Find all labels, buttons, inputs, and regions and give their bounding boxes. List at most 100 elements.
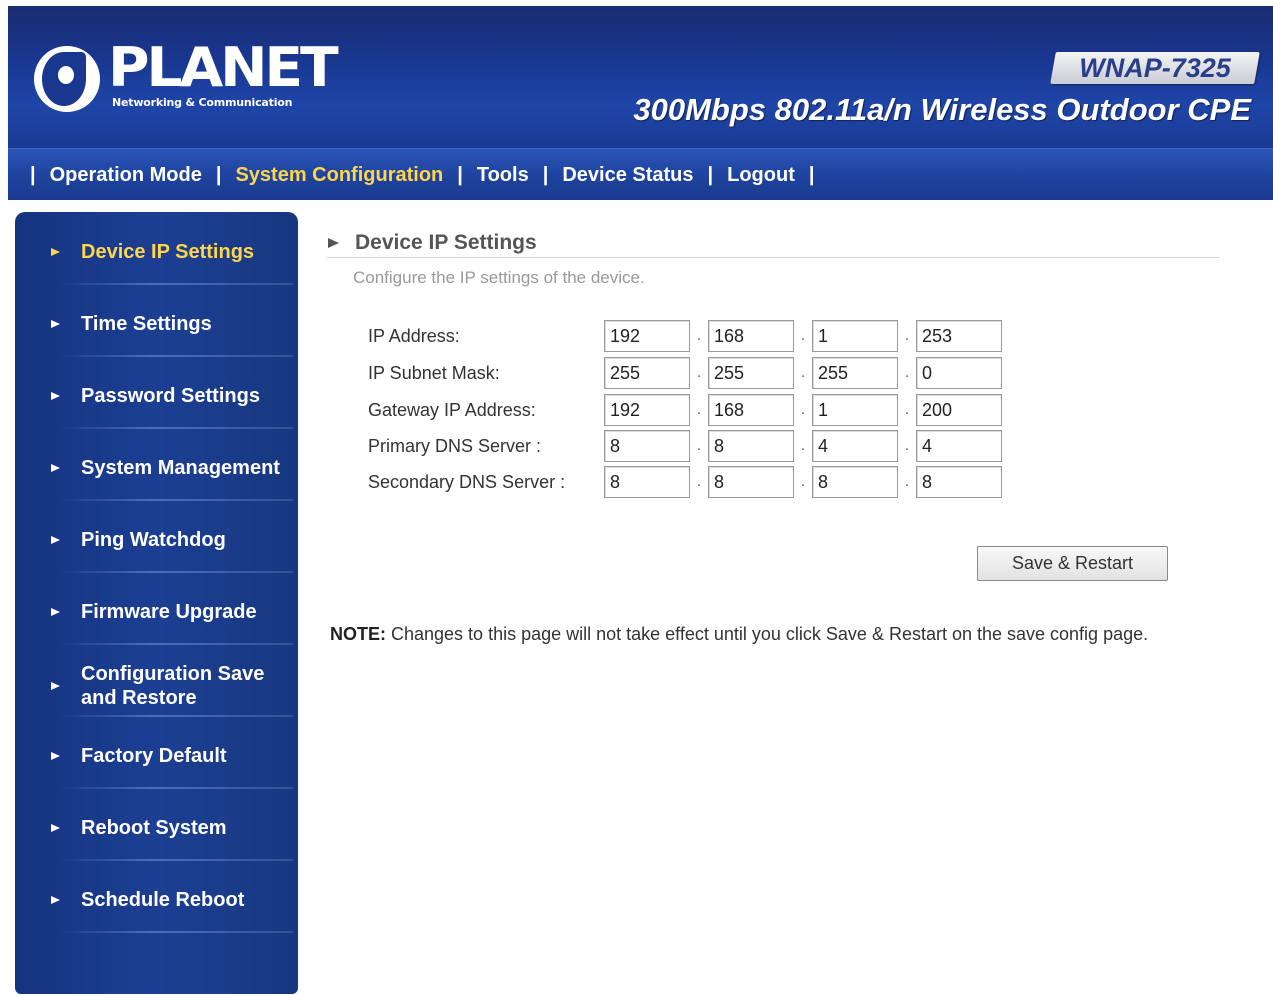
arrow-right-icon xyxy=(51,679,65,693)
arrow-right-icon xyxy=(51,389,65,403)
gateway-label: Gateway IP Address: xyxy=(368,399,536,420)
octet-dot: . xyxy=(800,401,806,418)
ip-address-octet-3[interactable] xyxy=(812,320,898,352)
sidebar-item-label: Schedule Reboot xyxy=(81,889,245,911)
secondary-dns-octet-3[interactable] xyxy=(812,466,898,498)
octet-dot: . xyxy=(904,473,910,490)
sidebar-divider xyxy=(57,571,293,573)
sidebar: Device IP Settings Time Settings Passwor… xyxy=(15,212,298,994)
sidebar-item-label: Time Settings xyxy=(81,313,212,335)
primary-dns-octet-4[interactable] xyxy=(916,430,1002,462)
primary-dns-octet-2[interactable] xyxy=(708,430,794,462)
sidebar-item-time-settings[interactable]: Time Settings xyxy=(51,312,291,336)
save-restart-button[interactable]: Save & Restart xyxy=(977,546,1168,581)
planet-logo: PLANET Networking & Communication xyxy=(30,36,339,126)
arrow-right-icon xyxy=(51,317,65,331)
arrow-right-icon xyxy=(51,533,65,547)
top-navigation: | Operation Mode | System Configuration … xyxy=(8,148,1273,200)
arrow-right-icon xyxy=(51,821,65,835)
nav-operation-mode[interactable]: Operation Mode xyxy=(44,149,208,201)
gateway-octet-3[interactable] xyxy=(812,394,898,426)
logo-subtitle: Networking & Communication xyxy=(112,96,293,109)
nav-separator: | xyxy=(707,163,714,186)
gateway-octet-4[interactable] xyxy=(916,394,1002,426)
sidebar-item-device-ip-settings[interactable]: Device IP Settings xyxy=(51,240,291,264)
nav-device-status[interactable]: Device Status xyxy=(556,149,699,201)
sidebar-item-configuration-save-restore[interactable]: Configuration Save and Restore xyxy=(51,662,291,710)
sidebar-item-label: System Management xyxy=(81,457,280,479)
primary-dns-octet-3[interactable] xyxy=(812,430,898,462)
gateway-octet-2[interactable] xyxy=(708,394,794,426)
logo-text: PLANET xyxy=(108,36,339,99)
sidebar-item-label-line2: and Restore xyxy=(81,687,197,709)
model-name: WNAP-7325 xyxy=(1079,53,1231,83)
primary-dns-octet-1[interactable] xyxy=(604,430,690,462)
gateway-octet-1[interactable] xyxy=(604,394,690,426)
nav-tools[interactable]: Tools xyxy=(471,149,535,201)
nav-system-configuration[interactable]: System Configuration xyxy=(229,149,449,201)
primary-dns-row: Primary DNS Server : . . . xyxy=(368,430,1002,462)
sidebar-item-label: Password Settings xyxy=(81,385,260,407)
nav-separator: | xyxy=(30,163,36,186)
ip-address-octet-1[interactable] xyxy=(604,320,690,352)
page-title: Device IP Settings xyxy=(355,230,537,254)
octet-dot: . xyxy=(800,473,806,490)
subnet-mask-octet-3[interactable] xyxy=(812,357,898,389)
section-header: Device IP Settings xyxy=(326,228,1220,258)
gateway-row: Gateway IP Address: . . . xyxy=(368,394,1002,426)
sidebar-divider xyxy=(57,715,293,717)
sidebar-item-label: Firmware Upgrade xyxy=(81,601,257,623)
arrow-right-icon xyxy=(51,749,65,763)
sidebar-divider xyxy=(57,643,293,645)
nav-separator: | xyxy=(457,163,463,186)
model-badge: WNAP-7325 xyxy=(1050,52,1260,84)
header-banner: PLANET Networking & Communication WNAP-7… xyxy=(8,6,1273,148)
ip-address-row: IP Address: . . . xyxy=(368,320,1002,352)
note-label: NOTE: xyxy=(330,624,386,644)
secondary-dns-label: Secondary DNS Server : xyxy=(368,471,566,492)
octet-dot: . xyxy=(696,437,702,454)
nav-separator: | xyxy=(215,163,222,186)
sidebar-item-system-management[interactable]: System Management xyxy=(51,456,291,480)
sidebar-item-label: Ping Watchdog xyxy=(81,529,226,551)
subnet-mask-octet-2[interactable] xyxy=(708,357,794,389)
sidebar-divider xyxy=(57,355,293,357)
sidebar-item-label: Reboot System xyxy=(81,817,227,839)
sidebar-item-schedule-reboot[interactable]: Schedule Reboot xyxy=(51,888,291,912)
sidebar-item-factory-default[interactable]: Factory Default xyxy=(51,744,291,768)
secondary-dns-octet-2[interactable] xyxy=(708,466,794,498)
ip-address-label: IP Address: xyxy=(368,325,460,346)
subnet-mask-row: IP Subnet Mask: . . . xyxy=(368,357,1002,389)
sidebar-item-firmware-upgrade[interactable]: Firmware Upgrade xyxy=(51,600,291,624)
nav-separator: | xyxy=(542,163,549,186)
sidebar-item-reboot-system[interactable]: Reboot System xyxy=(51,816,291,840)
subnet-mask-octet-4[interactable] xyxy=(916,357,1002,389)
octet-dot: . xyxy=(696,473,702,490)
secondary-dns-row: Secondary DNS Server : . . . xyxy=(368,466,1002,498)
ip-address-octet-2[interactable] xyxy=(708,320,794,352)
sidebar-divider xyxy=(57,787,293,789)
note-text: NOTE: Changes to this page will not take… xyxy=(330,624,1148,645)
section-description: Configure the IP settings of the device. xyxy=(353,268,645,287)
octet-dot: . xyxy=(800,364,806,381)
sidebar-divider xyxy=(57,859,293,861)
arrow-right-icon xyxy=(51,245,65,259)
subnet-mask-octet-1[interactable] xyxy=(604,357,690,389)
octet-dot: . xyxy=(696,401,702,418)
sidebar-item-label: Device IP Settings xyxy=(81,241,255,263)
sidebar-item-label: Factory Default xyxy=(81,745,227,767)
octet-dot: . xyxy=(696,364,702,381)
secondary-dns-octet-1[interactable] xyxy=(604,466,690,498)
primary-dns-label: Primary DNS Server : xyxy=(368,435,542,456)
sidebar-item-ping-watchdog[interactable]: Ping Watchdog xyxy=(51,528,291,552)
ip-address-octet-4[interactable] xyxy=(916,320,1002,352)
octet-dot: . xyxy=(800,327,806,344)
sidebar-divider xyxy=(57,427,293,429)
arrow-right-icon xyxy=(51,461,65,475)
nav-logout[interactable]: Logout xyxy=(721,149,801,201)
note-message: Changes to this page will not take effec… xyxy=(386,624,1149,644)
sidebar-divider xyxy=(57,931,293,933)
sidebar-item-password-settings[interactable]: Password Settings xyxy=(51,384,291,408)
octet-dot: . xyxy=(904,437,910,454)
secondary-dns-octet-4[interactable] xyxy=(916,466,1002,498)
